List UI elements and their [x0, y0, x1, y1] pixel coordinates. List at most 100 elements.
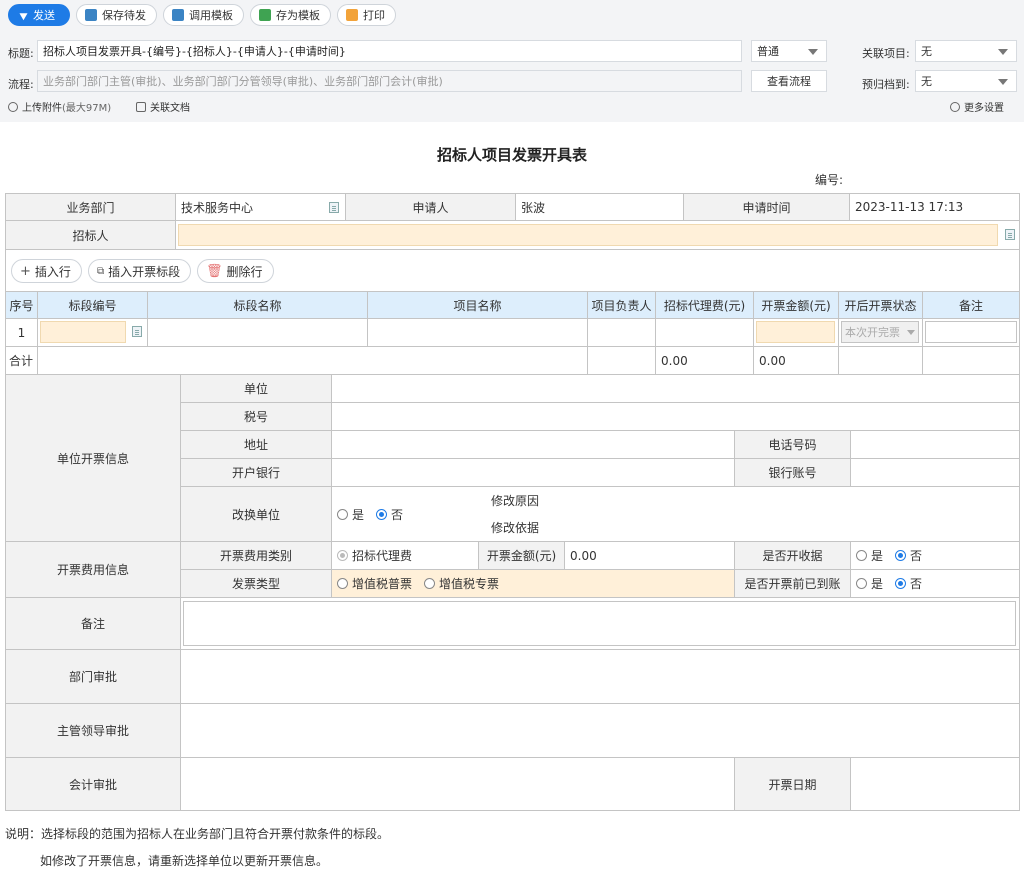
printer-icon	[346, 9, 358, 21]
dept-label: 业务部门	[5, 193, 176, 221]
vat-normal-option[interactable]: 增值税普票	[337, 575, 412, 592]
view-flow-button[interactable]: 查看流程	[751, 70, 827, 92]
row1-section-name[interactable]	[147, 318, 368, 347]
radio-disabled-icon	[337, 550, 348, 561]
title-input[interactable]: 招标人项目发票开具-{编号}-{招标人}-{申请人}-{申请时间}	[37, 40, 742, 62]
upload-limit: (最大97M)	[62, 103, 112, 114]
vat-special-label: 增值税专票	[439, 577, 500, 591]
receipt-label: 是否开收据	[734, 541, 851, 570]
dept-field[interactable]: 技术服务中心	[175, 193, 346, 221]
radio-icon	[856, 550, 867, 561]
unit-info-label: 单位开票信息	[5, 374, 181, 542]
send-icon	[19, 9, 30, 21]
picker-icon[interactable]	[1005, 229, 1015, 240]
chevron-down-icon	[998, 49, 1008, 55]
address-label: 地址	[180, 430, 332, 459]
receipt-no[interactable]: 否	[895, 547, 922, 564]
applicant-label: 申请人	[345, 193, 516, 221]
related-doc-link[interactable]: 关联文档	[136, 99, 190, 114]
note-line-2: 如修改了开票信息，请重新选择单位以更新开票信息。	[40, 854, 329, 868]
toolbar: 发送 保存待发 调用模板 存为模板 打印	[8, 4, 396, 26]
insert-row-button[interactable]: + 插入行	[11, 259, 82, 283]
radio-selected-icon	[895, 578, 907, 589]
tax-no-field	[331, 402, 1020, 431]
note-line-1: 说明：选择标段的范围为招标人在业务部门且符合开票付款条件的标段。	[5, 827, 390, 841]
phone-field	[850, 430, 1020, 459]
radio-icon	[337, 578, 348, 589]
related-project-value: 无	[921, 45, 932, 58]
col-index: 序号	[5, 291, 38, 319]
related-project-select[interactable]: 无	[915, 40, 1017, 62]
total-agency-fee: 0.00	[655, 346, 754, 375]
paid-yes[interactable]: 是	[856, 575, 883, 592]
yes-label: 是	[352, 507, 365, 522]
tax-no-label: 税号	[180, 402, 332, 431]
save-icon	[85, 9, 97, 21]
related-doc-label: 关联文档	[150, 103, 190, 114]
total-blank	[37, 346, 588, 375]
flow-label: 流程:	[8, 78, 34, 91]
col-remark: 备注	[922, 291, 1020, 319]
delete-row-button[interactable]: 🗑 删除行	[197, 259, 274, 283]
paid-label: 是否开票前已到账	[734, 569, 851, 598]
send-button[interactable]: 发送	[8, 4, 70, 26]
col-agency-fee: 招标代理费(元)	[655, 291, 754, 319]
dept-value: 技术服务中心	[181, 200, 254, 215]
save-as-template-button[interactable]: 存为模板	[250, 4, 331, 26]
radio-icon	[424, 578, 436, 589]
row1-section-no-input[interactable]	[40, 321, 126, 343]
more-settings-link[interactable]: 更多设置	[950, 99, 1004, 114]
remark-label: 备注	[5, 597, 181, 650]
no-label: 否	[910, 549, 923, 563]
picker-icon[interactable]	[329, 202, 339, 213]
change-unit-no[interactable]: 否	[376, 506, 403, 523]
row1-status-select[interactable]: 本次开完票	[841, 321, 919, 343]
paid-no[interactable]: 否	[895, 575, 922, 592]
archive-select[interactable]: 无	[915, 70, 1017, 92]
chevron-down-icon	[998, 79, 1008, 85]
save-pending-button[interactable]: 保存待发	[76, 4, 157, 26]
bank-field	[331, 458, 735, 487]
radio-icon	[856, 578, 867, 589]
related-project-label: 关联项目:	[862, 47, 910, 60]
insert-section-button[interactable]: ⧉ 插入开票标段	[88, 259, 192, 283]
receipt-yes[interactable]: 是	[856, 547, 883, 564]
row1-remark-input[interactable]	[925, 321, 1017, 343]
no-label: 否	[391, 507, 404, 522]
picker-icon[interactable]	[132, 326, 142, 337]
col-project-name: 项目名称	[367, 291, 588, 319]
priority-value: 普通	[757, 45, 779, 58]
row1-project-lead[interactable]	[587, 318, 656, 347]
tenderer-input[interactable]	[178, 224, 998, 246]
vat-normal-label: 增值税普票	[352, 577, 413, 591]
account-label: 银行账号	[734, 458, 851, 487]
print-button[interactable]: 打印	[337, 4, 396, 26]
change-unit-yes[interactable]: 是	[337, 506, 364, 523]
unit-label: 单位	[180, 374, 332, 403]
upload-attachment-link[interactable]: 上传附件 (最大97M)	[8, 99, 111, 114]
col-section-no: 标段编号	[37, 291, 148, 319]
row1-invoice-input[interactable]	[756, 321, 835, 343]
vat-special-option[interactable]: 增值税专票	[424, 575, 499, 592]
no-label: 否	[910, 577, 923, 591]
account-approval-field	[180, 757, 735, 811]
leader-approval-label: 主管领导审批	[5, 703, 181, 758]
row1-agency-fee[interactable]	[655, 318, 754, 347]
number-label: 编号:	[815, 173, 844, 187]
chevron-down-icon	[907, 330, 915, 335]
use-template-button[interactable]: 调用模板	[163, 4, 244, 26]
radio-selected-icon	[895, 550, 907, 561]
yes-label: 是	[871, 549, 884, 563]
remark-textarea[interactable]	[183, 601, 1016, 646]
row1-project-name[interactable]	[367, 318, 588, 347]
trash-icon: 🗑	[206, 263, 223, 279]
fee-info-label: 开票费用信息	[5, 541, 181, 598]
flow-input: 业务部门部门主管(审批)、业务部门部门分管领导(审批)、业务部门部门会计(审批)	[37, 70, 742, 92]
priority-select[interactable]: 普通	[751, 40, 827, 62]
more-settings-label: 更多设置	[964, 103, 1004, 114]
account-field	[850, 458, 1020, 487]
col-status: 开后开票状态	[838, 291, 923, 319]
total-status	[838, 346, 923, 375]
insert-section-label: 插入开票标段	[108, 264, 181, 279]
insert-icon: ⧉	[97, 265, 105, 277]
